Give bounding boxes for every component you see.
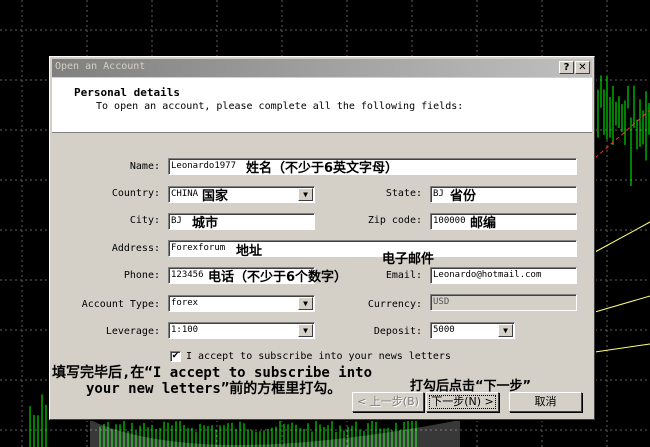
moving-average-line (594, 295, 650, 313)
address-value: Forexforum (171, 243, 226, 253)
chevron-down-icon[interactable]: ▼ (298, 188, 313, 201)
country-label: Country: (111, 188, 160, 199)
chevron-down-icon[interactable]: ▼ (498, 324, 513, 337)
section-title: Personal details (74, 86, 180, 99)
moving-average-line (594, 221, 650, 253)
country-annotation: 国家 (202, 189, 229, 204)
open-account-dialog: Open an Account ? ✕ Personal details To … (49, 56, 595, 420)
subscribe-checkbox[interactable]: ✔ (170, 351, 181, 362)
close-button[interactable]: ✕ (575, 61, 590, 74)
state-label: State: (385, 188, 422, 199)
zip-input[interactable]: 100000 (430, 213, 577, 230)
currency-value: USD (433, 297, 450, 307)
subscribe-label: I accept to subscribe into your news let… (186, 351, 451, 362)
phone-label: Phone: (123, 270, 160, 281)
account-type-label: Account Type: (81, 299, 160, 310)
address-input[interactable]: Forexforum (168, 240, 577, 257)
chevron-down-icon[interactable]: ▼ (298, 297, 313, 310)
email-label: Email: (385, 270, 422, 281)
account-type-value: forex (171, 298, 199, 308)
zip-annotation: 邮编 (470, 216, 497, 231)
instruction-line-2: your new letters”前的方框里打勾。 (86, 381, 342, 397)
email-annotation: 电子邮件 (382, 252, 435, 267)
name-annotation: 姓名（不少于6英文字母） (246, 161, 399, 176)
state-value: BJ (433, 189, 444, 199)
deposit-label: Deposit: (373, 326, 422, 337)
zip-label: Zip code: (367, 215, 422, 226)
back-button[interactable]: < 上一步(B) (352, 392, 424, 412)
name-value: Leonardo1977 (171, 161, 237, 171)
city-input[interactable]: BJ (168, 213, 315, 230)
state-annotation: 省份 (450, 189, 477, 204)
chart-overlay-lines (594, 109, 650, 353)
country-value: CHINA (171, 189, 199, 199)
phone-value: 123456 (171, 270, 204, 280)
email-input[interactable]: Leonardo@hotmail.com (430, 267, 577, 284)
currency-field: USD (430, 294, 577, 311)
currency-label: Currency: (367, 299, 422, 310)
dialog-titlebar[interactable]: Open an Account ? ✕ (52, 59, 592, 77)
zip-value: 100000 (433, 216, 466, 226)
email-value: Leonardo@hotmail.com (433, 270, 542, 280)
address-label: Address: (111, 243, 160, 254)
header-panel: Personal details To open an account, ple… (52, 78, 592, 133)
phone-annotation: 电话（不少于6个数字） (208, 270, 348, 285)
dialog-title: Open an Account (55, 61, 146, 72)
deposit-select[interactable]: 5000 ▼ (430, 322, 515, 339)
leverage-value: 1:100 (171, 325, 199, 335)
help-button[interactable]: ? (559, 61, 574, 74)
leverage-select[interactable]: 1:100 ▼ (168, 322, 315, 339)
deposit-value: 5000 (433, 325, 455, 335)
name-label: Name: (129, 161, 160, 172)
section-subtitle: To open an account, please complete all … (96, 101, 464, 112)
chevron-down-icon[interactable]: ▼ (298, 324, 313, 337)
leverage-label: Leverage: (105, 326, 160, 337)
moving-average-line (594, 343, 650, 353)
city-value: BJ (171, 216, 182, 226)
cancel-button[interactable]: 取消 (509, 392, 582, 412)
city-annotation: 城市 (192, 216, 219, 231)
next-button[interactable]: 下一步(N) > (426, 392, 499, 412)
account-type-select[interactable]: forex ▼ (168, 295, 315, 312)
address-annotation: 地址 (236, 244, 263, 259)
country-select[interactable]: CHINA ▼ (168, 186, 315, 203)
city-label: City: (129, 215, 160, 226)
